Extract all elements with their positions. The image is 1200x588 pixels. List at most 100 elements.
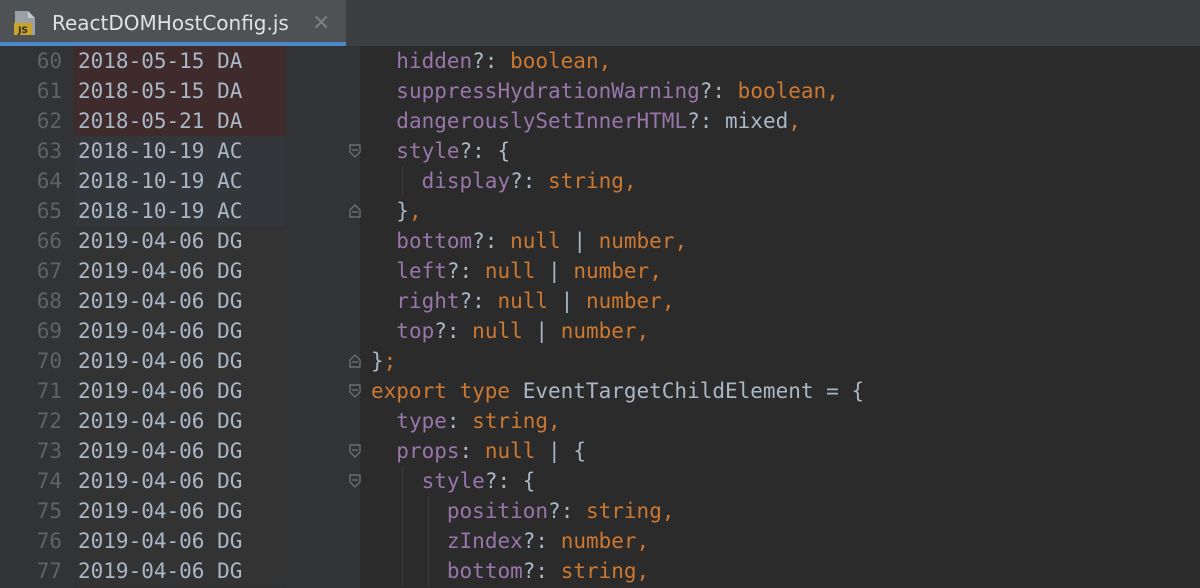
code-token: EventTargetChildElement = { [522,379,865,403]
vcs-annotation[interactable]: 2018-05-15 DA [74,76,286,106]
indent-guide [402,526,404,556]
property-token: bottom [396,229,473,253]
code-line[interactable]: 67 2019-04-06 DG left?: null | number, [0,256,1200,286]
code-token: | [522,319,561,343]
vcs-annotation[interactable]: 2019-04-06 DG [74,496,286,526]
property-token: style [396,139,460,163]
code-line[interactable]: 72 2019-04-06 DG type: string, [0,406,1200,436]
line-number: 62 [36,109,62,133]
indent-guide [402,166,404,196]
keyword-token: , [826,79,839,103]
js-badge-text: JS [17,26,28,36]
keyword-token: number [560,529,637,553]
vcs-annotation[interactable]: 2018-10-19 AC [74,166,286,196]
code-line[interactable]: 74 2019-04-06 DG style?: { [0,466,1200,496]
tab-file-name: ReactDOMHostConfig.js [52,11,289,35]
property-token: bottom [446,559,523,583]
fold-open-icon[interactable] [347,383,363,399]
property-token: display [421,169,511,193]
line-number: 76 [36,529,62,553]
vcs-annotation[interactable]: 2019-04-06 DG [74,376,286,406]
indent-guide [427,496,429,526]
code-line[interactable]: 75 2019-04-06 DG position?: string, [0,496,1200,526]
vcs-annotation[interactable]: 2019-04-06 DG [74,226,286,256]
code-token: | [560,229,599,253]
code-line[interactable]: 70 2019-04-06 DG}; [0,346,1200,376]
keyword-token: null [472,319,523,343]
property-token: left [396,259,447,283]
code-token: ?: [459,289,498,313]
vcs-annotation[interactable]: 2019-04-06 DG [74,556,286,586]
code-line[interactable]: 71 2019-04-06 DG export type EventTargetCh… [0,376,1200,406]
code-line[interactable]: 69 2019-04-06 DG top?: null | number, [0,316,1200,346]
line-number: 63 [36,139,62,163]
code-line[interactable]: 73 2019-04-06 DG props: null | { [0,436,1200,466]
vcs-annotation[interactable]: 2018-10-19 AC [74,136,286,166]
keyword-token: , [636,319,650,343]
code-editor[interactable]: 60 2018-05-15 DA hidden?: boolean, 61 2018-0… [0,46,1200,588]
editor-tab-bar: JS ReactDOMHostConfig.js × [0,0,1200,46]
code-token: ?: [548,499,586,523]
vcs-annotation[interactable]: 2018-10-19 AC [74,196,286,226]
vcs-annotation[interactable]: 2019-04-06 DG [74,346,286,376]
keyword-token: , [661,499,675,523]
fold-open-icon[interactable] [347,473,363,489]
keyword-token: string [585,499,662,523]
code-token: ?: mixed [687,109,789,133]
code-token: | [548,289,586,313]
vcs-annotation[interactable]: 2019-04-06 DG [74,436,286,466]
line-number: 65 [36,199,62,223]
keyword-token: , [623,169,637,193]
vcs-annotation[interactable]: 2018-05-15 DA [74,46,286,76]
code-token: ?: [472,229,511,253]
line-number: 70 [36,349,62,373]
indent-guide [427,556,429,586]
fold-open-icon[interactable] [347,143,363,159]
code-line[interactable]: 60 2018-05-15 DA hidden?: boolean, [0,46,1200,76]
tab-reactdomhostconfig[interactable]: JS ReactDOMHostConfig.js × [0,0,346,46]
code-line[interactable]: 61 2018-05-15 DA suppressHydrationWarning?… [0,76,1200,106]
code-text: }; [371,346,396,376]
vcs-annotation[interactable]: 2019-04-06 DG [74,286,286,316]
code-text: type: string, [396,406,560,436]
keyword-token: null [497,289,549,313]
vcs-annotation[interactable]: 2019-04-06 DG [74,526,286,556]
code-line[interactable]: 63 2018-10-19 AC style?: { [0,136,1200,166]
fold-open-icon[interactable] [347,443,363,459]
code-token: ?: [699,79,738,103]
code-token: ?: [434,319,473,343]
code-token: | { [535,439,586,463]
vcs-annotation[interactable]: 2019-04-06 DG [74,316,286,346]
keyword-token: , [636,529,650,553]
code-line[interactable]: 68 2019-04-06 DG right?: null | number, [0,286,1200,316]
property-token: suppressHydrationWarning [396,79,700,103]
property-token: props [396,439,460,463]
vcs-annotation[interactable]: 2019-04-06 DG [74,256,286,286]
property-token: hidden [396,49,473,73]
fold-close-icon[interactable] [347,203,363,219]
code-line[interactable]: 65 2018-10-19 AC}, [0,196,1200,226]
code-token: ?: [522,529,561,553]
keyword-token: number [573,259,650,283]
code-line[interactable]: 76 2019-04-06 DG zIndex?: number, [0,526,1200,556]
code-text: bottom?: string, [447,556,649,586]
vcs-annotation[interactable]: 2018-05-21 DA [74,106,286,136]
property-token: type [396,409,447,433]
code-text: position?: string, [447,496,675,526]
code-line[interactable]: 66 2019-04-06 DG bottom?: null | number, [0,226,1200,256]
keyword-token: boolean [737,79,827,103]
vcs-annotation[interactable]: 2019-04-06 DG [74,466,286,496]
code-line[interactable]: 64 2018-10-19 AC display?: string, [0,166,1200,196]
keyword-token: null [510,229,561,253]
code-line[interactable]: 77 2019-04-06 DG bottom?: string, [0,556,1200,586]
code-text: hidden?: boolean, [396,46,611,76]
property-token: position [446,499,549,523]
code-line[interactable]: 62 2018-05-21 DA dangerouslySetInnerHTML?:… [0,106,1200,136]
line-number: 73 [36,439,62,463]
vcs-annotation[interactable]: 2019-04-06 DG [74,406,286,436]
code-token: ?: [510,169,549,193]
fold-close-icon[interactable] [347,353,363,369]
close-icon[interactable]: × [312,10,330,36]
line-number: 66 [36,229,62,253]
code-text: left?: null | number, [396,256,662,286]
